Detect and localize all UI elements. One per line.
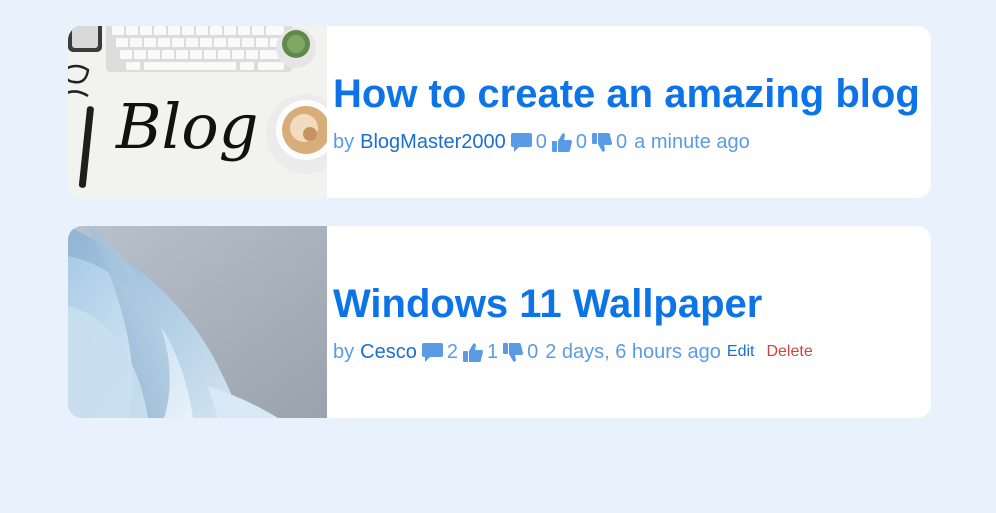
post-card[interactable]: Windows 11 Wallpaper by Cesco 2 1 0 2 da… (68, 226, 931, 418)
author-link[interactable]: BlogMaster2000 (360, 131, 506, 154)
comment-icon (510, 132, 532, 152)
blog-thumbnail-image: Blog (68, 26, 327, 198)
post-list: Blog How to create an amazing blog by Bl… (68, 26, 931, 446)
thumbs-up-icon (551, 132, 572, 152)
comment-count: 2 (446, 340, 458, 363)
post-thumbnail[interactable] (68, 226, 327, 418)
post-meta: by BlogMaster2000 0 0 0 a minute ago (333, 131, 920, 154)
post-meta: by Cesco 2 1 0 2 days, 6 hours ago Edit … (333, 341, 813, 364)
post-thumbnail[interactable]: Blog (68, 26, 327, 198)
post-card[interactable]: Blog How to create an amazing blog by Bl… (68, 26, 931, 198)
post-title[interactable]: How to create an amazing blog (333, 71, 920, 117)
author-link[interactable]: Cesco (360, 341, 417, 364)
post-time: 2 days, 6 hours ago (545, 340, 721, 363)
dislike-count: 0 (527, 340, 539, 363)
like-count: 1 (486, 340, 499, 363)
post-body: How to create an amazing blog by BlogMas… (327, 26, 920, 198)
by-label: by (333, 130, 355, 153)
thumbs-up-icon (462, 342, 483, 362)
post-body: Windows 11 Wallpaper by Cesco 2 1 0 2 da… (327, 226, 813, 418)
post-title[interactable]: Windows 11 Wallpaper (333, 281, 813, 327)
post-time: a minute ago (634, 130, 750, 153)
thumbs-down-icon (592, 132, 613, 152)
delete-link[interactable]: Delete (766, 343, 812, 361)
by-label: by (333, 340, 355, 363)
comment-icon (421, 342, 443, 362)
like-count: 0 (575, 130, 588, 153)
thumbs-down-icon (503, 342, 524, 362)
edit-link[interactable]: Edit (727, 343, 755, 361)
wallpaper-thumbnail-image (68, 226, 327, 418)
dislike-count: 0 (616, 130, 628, 153)
comment-count: 0 (535, 130, 547, 153)
blog-script-text: Blog (115, 90, 258, 163)
